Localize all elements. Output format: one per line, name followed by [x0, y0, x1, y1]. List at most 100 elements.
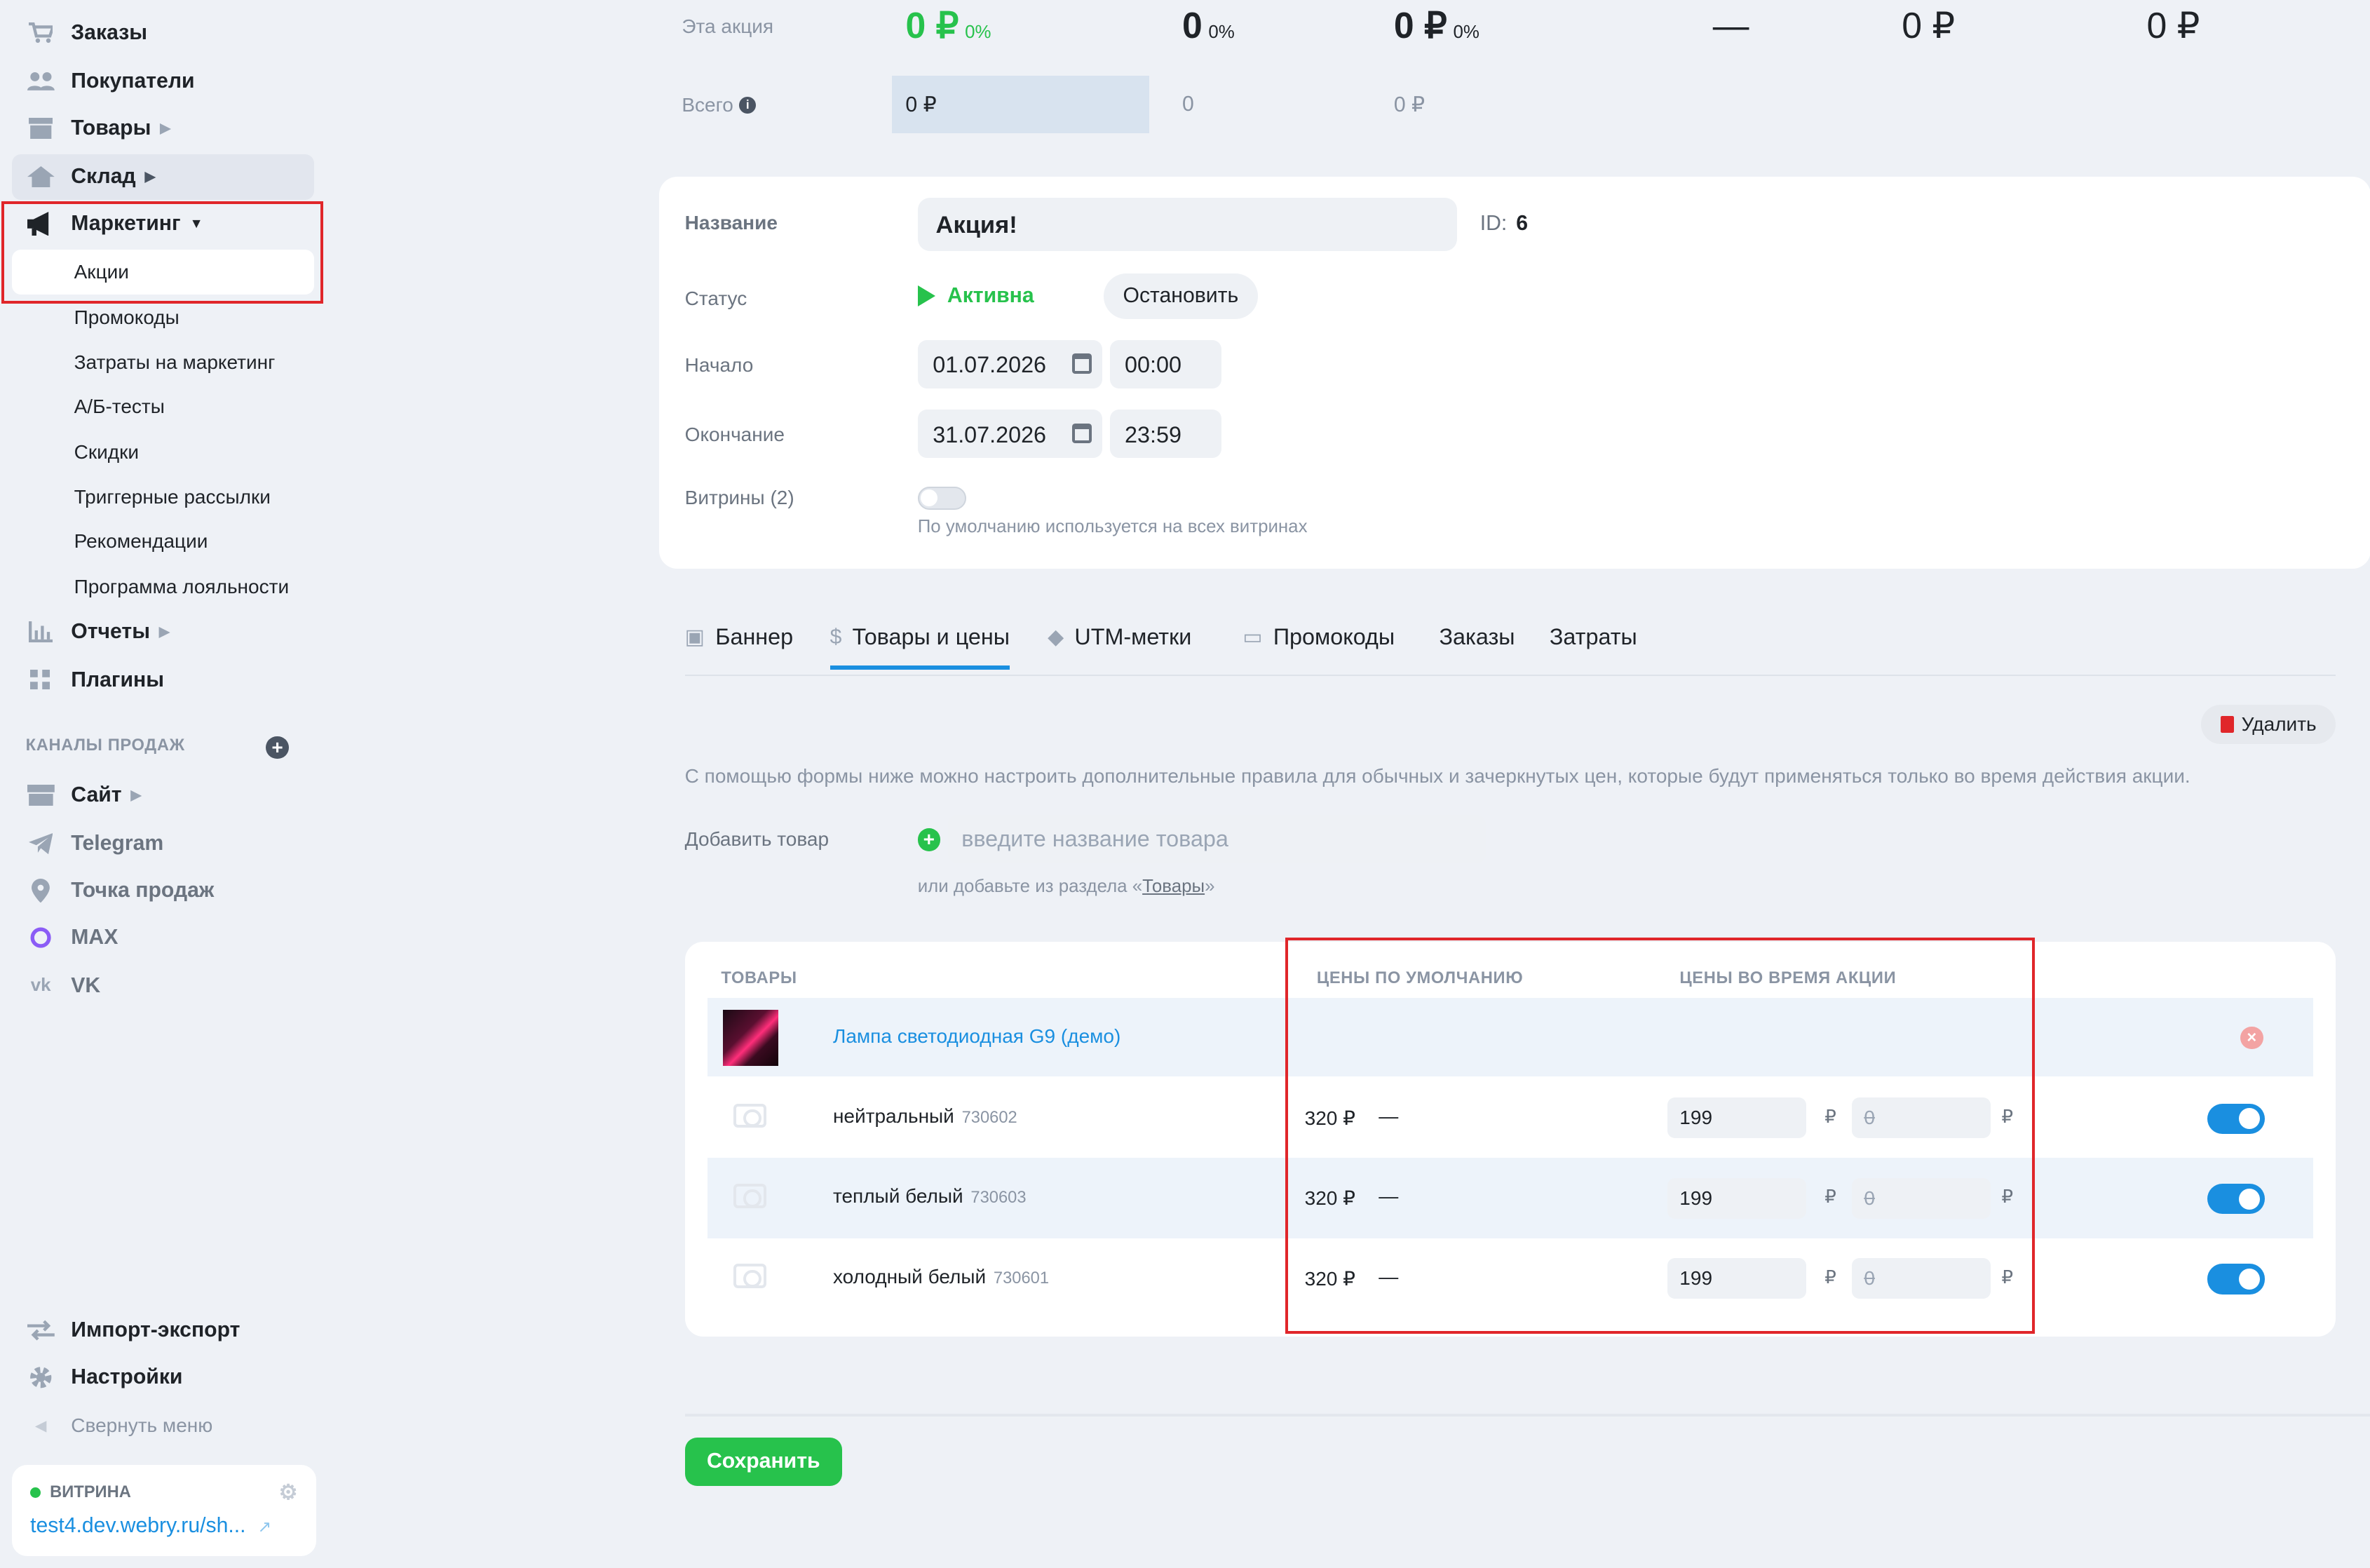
sidebar-item-telegram[interactable]: Telegram [12, 821, 314, 867]
total-label-text: Всего [682, 93, 733, 116]
storefront-url[interactable]: test4.dev.webry.ru/sh... ↗ [30, 1514, 298, 1538]
end-date-input[interactable]: 31.07.2026 [917, 410, 1102, 459]
sidebar-item-label: Telegram [71, 832, 164, 856]
product-thumbnail [722, 1010, 779, 1066]
sidebar-item-settings[interactable]: Настройки [12, 1355, 314, 1400]
product-name-link[interactable]: Лампа светодиодная G9 (демо) [833, 1025, 1120, 1048]
variant-enabled-toggle[interactable] [2207, 1184, 2265, 1215]
promo-form-card [659, 177, 2370, 569]
channels-title: КАНАЛЫ ПРОДАЖ [25, 736, 185, 755]
sidebar-item-label: Заказы [71, 21, 147, 45]
sidebar-item-label: VK [71, 973, 101, 997]
sidebar-item-customers[interactable]: Покупатели [12, 59, 314, 104]
info-icon[interactable]: i [739, 96, 757, 114]
dollar-icon: $ [830, 625, 842, 649]
sidebar-item-label: Сайт [71, 783, 122, 807]
this-promo-label: Эта акция [682, 15, 774, 37]
add-channel-icon[interactable]: + [266, 736, 289, 759]
calendar-icon[interactable] [1071, 353, 1092, 374]
sidebar-item-plugins[interactable]: Плагины [12, 658, 314, 703]
warehouse-icon [26, 165, 56, 189]
promo-id: ID: 6 [1480, 212, 1528, 236]
stop-button[interactable]: Остановить [1103, 273, 1258, 319]
remove-icon[interactable]: × [2240, 1026, 2263, 1050]
status-dot [30, 1487, 41, 1498]
storefronts-toggle[interactable] [917, 487, 966, 510]
sidebar-collapse[interactable]: ◀ Свернуть меню [12, 1403, 314, 1449]
highlight-box-prices [1285, 937, 2035, 1334]
sidebar-item-site[interactable]: Сайт ▶ [12, 773, 314, 818]
gear-icon[interactable]: ⚙ [279, 1480, 298, 1505]
trash-icon [2220, 715, 2234, 733]
storefront-header: ВИТРИНА ⚙ [30, 1480, 298, 1505]
tab-label: Затраты [1549, 624, 1637, 650]
sidebar-sub-recommendations[interactable]: Рекомендации [12, 519, 314, 565]
vk-icon: vk [30, 975, 51, 996]
camera-icon [733, 1264, 767, 1288]
sidebar-item-pos[interactable]: Точка продаж [12, 868, 314, 914]
this-third-pct: 0% [1453, 22, 1479, 43]
chevron-right-icon: ▶ [160, 121, 171, 137]
this-revenue: 0 ₽ 0% [905, 4, 991, 47]
storefront-label: ВИТРИНА [50, 1482, 131, 1501]
sidebar-sub-discounts[interactable]: Скидки [12, 429, 314, 475]
name-input[interactable]: Акция! [917, 198, 1458, 251]
pin-icon [26, 878, 56, 903]
start-time-input[interactable]: 00:00 [1109, 340, 1222, 389]
start-date-input[interactable]: 01.07.2026 [917, 340, 1102, 389]
this-col6: 0 ₽ [2146, 5, 2200, 46]
end-time-input[interactable]: 23:59 [1109, 410, 1222, 459]
status-value: Активна [947, 284, 1034, 308]
sidebar-item-warehouse[interactable]: Склад ▶ [12, 154, 315, 200]
tab-costs[interactable]: Затраты [1550, 624, 1637, 650]
sidebar-item-reports[interactable]: Отчеты ▶ [12, 609, 314, 655]
calendar-icon[interactable] [1071, 423, 1092, 443]
save-button[interactable]: Сохранить [684, 1438, 842, 1487]
tab-banner[interactable]: ▣ Баннер [685, 624, 793, 650]
tab-products-prices[interactable]: $ Товары и цены [830, 624, 1010, 670]
sidebar-sub-loyalty[interactable]: Программа лояльности [12, 564, 314, 609]
tab-utm[interactable]: ◆ UTM-метки [1048, 624, 1191, 650]
divider [684, 1413, 2370, 1417]
delete-button[interactable]: Удалить [2201, 704, 2336, 744]
sidebar-item-label: Точка продаж [71, 878, 215, 902]
end-label: Окончание [684, 423, 785, 445]
sidebar-item-products[interactable]: Товары ▶ [12, 106, 314, 151]
chevron-right-icon: ▶ [130, 788, 142, 804]
variant-enabled-toggle[interactable] [2207, 1103, 2265, 1134]
or-add-prefix: или добавьте из раздела « [917, 877, 1143, 897]
sidebar-item-label: Склад [71, 165, 136, 189]
sidebar-sub-marketing-costs[interactable]: Затраты на маркетинг [12, 340, 314, 386]
storefronts-label: Витрины (2) [684, 487, 794, 509]
add-product-input[interactable] [947, 815, 1487, 864]
highlight-box-marketing [1, 201, 324, 304]
sidebar-sub-trigger-mailings[interactable]: Триггерные рассылки [12, 475, 314, 520]
products-link[interactable]: Товары [1142, 877, 1205, 896]
camera-icon [733, 1103, 767, 1128]
id-value: 6 [1516, 211, 1528, 235]
this-orders: 0 0% [1182, 4, 1235, 46]
store-icon [26, 783, 56, 807]
tab-label: Промокоды [1273, 624, 1395, 650]
telegram-icon [26, 832, 56, 856]
chevron-right-icon: ▶ [144, 169, 156, 185]
total-revenue: 0 ₽ [892, 75, 1149, 133]
start-date-value: 01.07.2026 [933, 352, 1047, 378]
variant-name: нейтральный 730602 [833, 1105, 1017, 1128]
sidebar-item-vk[interactable]: vk VK [12, 963, 314, 1008]
sidebar-item-label: Свернуть меню [71, 1414, 213, 1437]
sidebar-sub-ab-tests[interactable]: А/Б-тесты [12, 384, 314, 430]
add-icon[interactable]: + [917, 828, 941, 851]
max-icon [26, 925, 56, 949]
variant-name-text: теплый белый [832, 1185, 963, 1208]
variant-name: холодный белый 730601 [833, 1266, 1049, 1288]
sidebar-item-label: Импорт-экспорт [71, 1318, 241, 1342]
variant-enabled-toggle[interactable] [2207, 1264, 2265, 1295]
total-third: 0 ₽ [1393, 93, 1426, 116]
sidebar-item-orders[interactable]: Заказы [12, 11, 314, 56]
puzzle-icon [26, 668, 56, 692]
tab-promocodes[interactable]: ▭ Промокоды [1242, 624, 1395, 650]
sidebar-item-max[interactable]: MAX [12, 914, 314, 960]
sidebar-item-import-export[interactable]: Импорт-экспорт [12, 1308, 314, 1353]
tab-orders[interactable]: Заказы [1440, 624, 1515, 650]
